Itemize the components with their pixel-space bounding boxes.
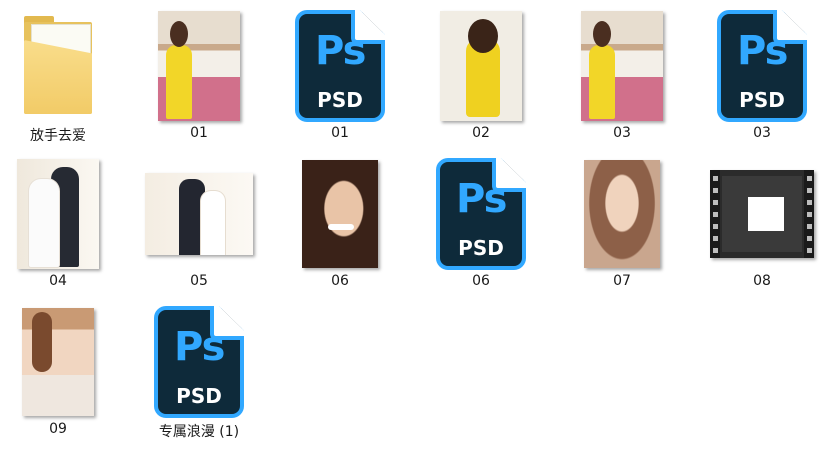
image-thumbnail	[134, 158, 264, 270]
file-item-image[interactable]: 09	[0, 300, 123, 445]
image-thumbnail	[557, 10, 687, 122]
file-item-psd[interactable]: Ps PSD 03	[697, 4, 827, 149]
psd-file-icon: Ps PSD	[697, 10, 827, 122]
file-item-image[interactable]: 05	[134, 152, 264, 297]
ps-logo-text: Ps	[737, 28, 788, 74]
file-extension-text: PSD	[176, 384, 222, 408]
file-item-psd[interactable]: Ps PSD 专属浪漫 (1)	[134, 300, 264, 445]
psd-file-icon: Ps PSD	[416, 158, 546, 270]
file-extension-text: PSD	[317, 88, 363, 112]
file-name: 02	[472, 125, 490, 141]
file-name: 06	[331, 273, 349, 289]
image-thumbnail	[557, 158, 687, 270]
file-name: 05	[190, 273, 208, 289]
psd-file-icon: Ps PSD	[134, 306, 264, 418]
file-item-psd[interactable]: Ps PSD 01	[275, 4, 405, 149]
image-thumbnail	[0, 158, 123, 270]
image-thumbnail	[0, 306, 123, 418]
psd-file-icon: Ps PSD	[275, 10, 405, 122]
file-name: 08	[753, 273, 771, 289]
file-name: 03	[753, 125, 771, 141]
ps-logo-text: Ps	[315, 28, 366, 74]
image-thumbnail	[416, 10, 546, 122]
ps-logo-text: Ps	[174, 324, 225, 370]
folder-icon	[0, 10, 123, 122]
file-item-image[interactable]: 07	[557, 152, 687, 297]
file-item-image[interactable]: 06	[275, 152, 405, 297]
file-name: 专属浪漫 (1)	[158, 424, 240, 440]
file-item-folder[interactable]: 放手去爱	[0, 4, 123, 149]
file-item-video[interactable]: 08	[697, 152, 827, 297]
file-item-image[interactable]: 01	[134, 4, 264, 149]
file-name: 06	[472, 273, 490, 289]
file-item-image[interactable]: 03	[557, 4, 687, 149]
file-extension-text: PSD	[458, 236, 504, 260]
ps-logo-text: Ps	[456, 176, 507, 222]
file-name: 01	[190, 125, 208, 141]
file-item-psd[interactable]: Ps PSD 06	[416, 152, 546, 297]
file-name: 01	[331, 125, 349, 141]
file-extension-text: PSD	[739, 88, 785, 112]
file-name: 04	[49, 273, 67, 289]
file-item-image[interactable]: 04	[0, 152, 123, 297]
file-name: 07	[613, 273, 631, 289]
file-item-image[interactable]: 02	[416, 4, 546, 149]
video-thumbnail	[697, 158, 827, 270]
image-thumbnail	[275, 158, 405, 270]
file-name: 03	[613, 125, 631, 141]
file-name: 放手去爱	[30, 128, 86, 144]
file-name: 09	[49, 421, 67, 437]
image-thumbnail	[134, 10, 264, 122]
